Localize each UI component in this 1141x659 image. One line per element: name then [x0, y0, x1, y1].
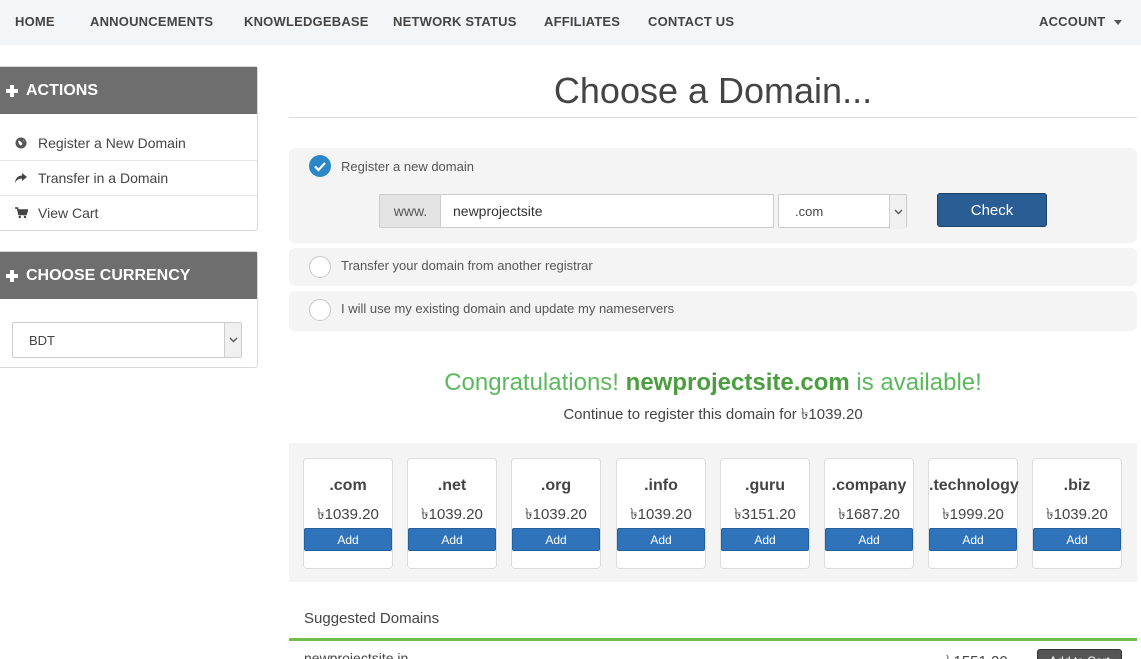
- tld-select[interactable]: .com: [778, 194, 907, 229]
- transfer-radio[interactable]: [309, 256, 331, 278]
- actions-panel-title: ACTIONS: [26, 81, 98, 99]
- tld-add-button[interactable]: Add: [825, 528, 913, 551]
- tld-name: .net: [437, 477, 467, 494]
- plus-icon: [6, 269, 18, 282]
- tld-price: ৳1039.20: [421, 506, 483, 523]
- tld-card: .com ৳1039.20 Add: [303, 458, 393, 569]
- share-arrow-icon: [14, 171, 28, 185]
- register-option-label[interactable]: Register a new domain: [341, 159, 474, 174]
- currency-panel: CHOOSE CURRENCY BDT: [0, 251, 258, 368]
- suggested-domains-title: Suggested Domains: [304, 610, 440, 627]
- domain-search-input[interactable]: newprojectsite: [440, 194, 774, 228]
- tld-name: .info: [644, 477, 678, 494]
- nav-account-dropdown[interactable]: ACCOUNT: [1039, 14, 1123, 29]
- tld-card: .technology ৳1999.20 Add: [928, 458, 1019, 569]
- title-divider: [289, 117, 1137, 118]
- tld-selected-value: .com: [795, 203, 824, 219]
- tld-add-button[interactable]: Add: [721, 528, 809, 551]
- tld-card: .net ৳1039.20 Add: [407, 458, 497, 569]
- congrats-prefix: Congratulations!: [444, 369, 619, 396]
- chevron-down-icon: [224, 323, 241, 357]
- nav-account-label: ACCOUNT: [1039, 14, 1106, 29]
- nav-knowledgebase[interactable]: KNOWLEDGEBASE: [244, 14, 369, 29]
- availability-message: Congratulations! newprojectsite.com is a…: [289, 369, 1137, 397]
- sidebar-item-transfer-domain[interactable]: Transfer in a Domain: [0, 160, 257, 195]
- tld-price: ৳1039.20: [630, 506, 692, 523]
- tld-price: ৳3151.20: [734, 506, 796, 523]
- tld-price: ৳1999.20: [942, 506, 1004, 523]
- existing-radio[interactable]: [309, 299, 331, 321]
- page-title: Choose a Domain...: [553, 70, 873, 111]
- tld-card: .info ৳1039.20 Add: [616, 458, 706, 569]
- existing-option-box: I will use my existing domain and update…: [289, 291, 1137, 331]
- tld-name: .biz: [1063, 477, 1091, 494]
- sidebar-item-label: Transfer in a Domain: [38, 170, 169, 186]
- tld-name: .guru: [745, 477, 785, 494]
- suggested-domain-name: newprojectsite.in: [304, 650, 409, 659]
- nav-home[interactable]: HOME: [15, 14, 55, 29]
- tld-add-button[interactable]: Add: [1033, 528, 1121, 551]
- globe-icon: [14, 136, 28, 150]
- currency-panel-title: CHOOSE CURRENCY: [26, 266, 191, 284]
- nav-contact-us[interactable]: CONTACT US: [648, 14, 734, 29]
- caret-down-icon: [1114, 20, 1123, 26]
- available-domain-name: newprojectsite.com: [625, 369, 850, 396]
- existing-option-label[interactable]: I will use my existing domain and update…: [341, 301, 674, 316]
- tld-add-button[interactable]: Add: [408, 528, 496, 551]
- sidebar-item-label: Register a New Domain: [38, 134, 186, 151]
- sidebar-item-view-cart[interactable]: View Cart: [0, 195, 257, 230]
- actions-panel-header: ACTIONS: [0, 67, 257, 114]
- tld-add-button[interactable]: Add: [617, 528, 705, 551]
- top-navigation: HOME ANNOUNCEMENTS KNOWLEDGEBASE NETWORK…: [0, 0, 1141, 45]
- tld-add-button[interactable]: Add: [304, 528, 392, 551]
- plus-icon: [6, 84, 18, 97]
- tld-price: ৳1687.20: [838, 506, 900, 523]
- tld-name: .technology: [929, 477, 1019, 494]
- add-to-cart-button[interactable]: Add to Cart: [1037, 649, 1122, 659]
- cart-icon: [14, 206, 28, 220]
- transfer-option-box: Transfer your domain from another regist…: [289, 248, 1137, 286]
- tld-price: ৳1039.20: [525, 506, 587, 523]
- sidebar-item-label: View Cart: [38, 205, 99, 221]
- register-radio[interactable]: [309, 155, 331, 177]
- tld-card: .biz ৳1039.20 Add: [1032, 458, 1122, 569]
- tld-add-button[interactable]: Add: [929, 528, 1017, 551]
- continue-price-text: Continue to register this domain for ৳10…: [563, 406, 863, 423]
- chevron-down-icon: [889, 195, 906, 229]
- tld-name: .com: [329, 477, 367, 494]
- nav-affiliates[interactable]: AFFILIATES: [544, 14, 620, 29]
- currency-panel-header: CHOOSE CURRENCY: [0, 252, 257, 299]
- tld-price: ৳1039.20: [1046, 506, 1108, 523]
- nav-network-status[interactable]: NETWORK STATUS: [393, 14, 517, 29]
- tld-add-button[interactable]: Add: [512, 528, 600, 551]
- tld-price: ৳1039.20: [317, 506, 379, 523]
- currency-selected-value: BDT: [29, 332, 55, 348]
- currency-select[interactable]: BDT: [12, 322, 242, 358]
- tld-card: .company ৳1687.20 Add: [824, 458, 914, 569]
- www-prefix: www.: [379, 194, 441, 228]
- suggested-domain-price: ৳1551.20: [946, 650, 1008, 659]
- check-button[interactable]: Check: [937, 193, 1047, 227]
- tld-name: .org: [540, 477, 572, 494]
- nav-announcements[interactable]: ANNOUNCEMENTS: [90, 14, 213, 29]
- tld-pricing-area: .com ৳1039.20 Add .net ৳1039.20 Add .org…: [289, 443, 1137, 582]
- congrats-suffix: is available!: [856, 369, 982, 396]
- tld-card: .guru ৳3151.20 Add: [720, 458, 810, 569]
- actions-panel: ACTIONS Register a New Domain Transfer i…: [0, 66, 258, 231]
- sidebar-item-register-domain[interactable]: Register a New Domain: [0, 125, 257, 160]
- panel-spacer: [0, 114, 257, 125]
- checkmark-icon: [314, 162, 326, 172]
- tld-name: .company: [831, 477, 907, 494]
- suggested-divider: [289, 638, 1137, 641]
- tld-card: .org ৳1039.20 Add: [511, 458, 601, 569]
- transfer-option-label[interactable]: Transfer your domain from another regist…: [341, 258, 593, 273]
